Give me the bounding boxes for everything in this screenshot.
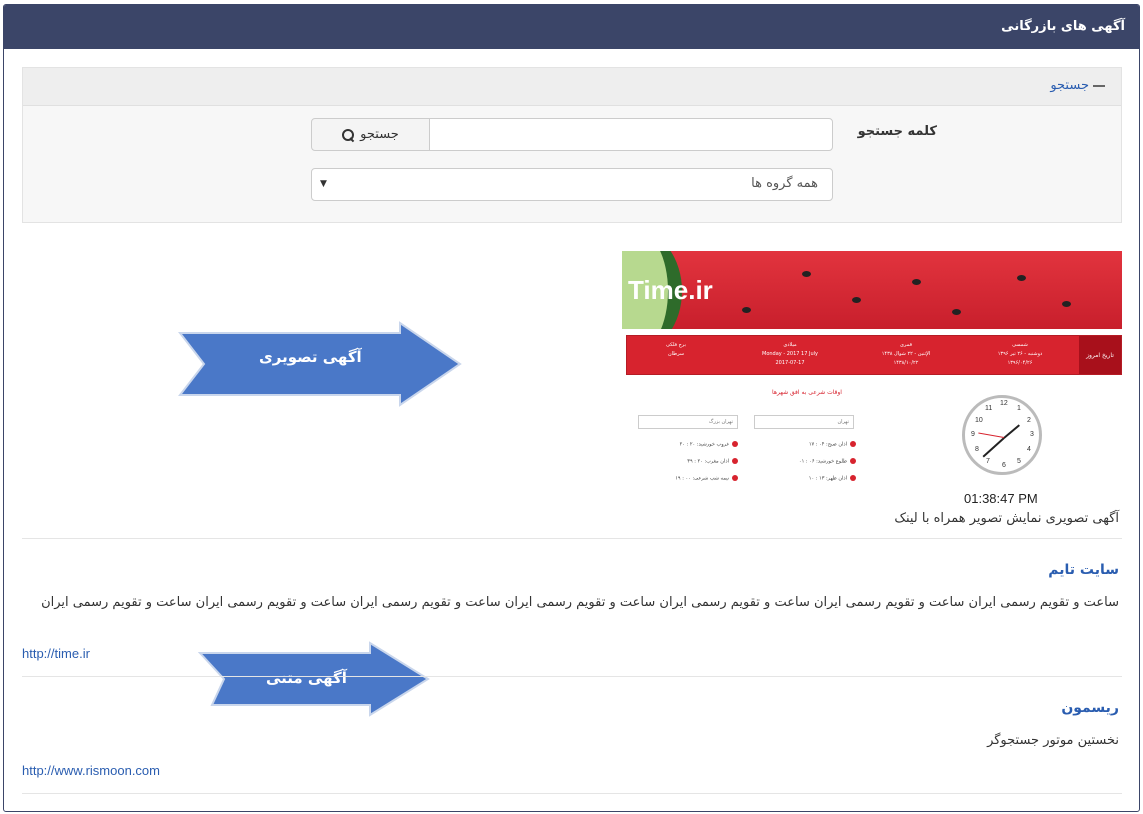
search-toggle[interactable]: جستجو <box>23 68 1121 106</box>
search-box: جستجو کلمه جستجو جستجو همه گروه ها ▼ <box>22 67 1122 223</box>
today-label: تاریخ امروز <box>1079 336 1121 374</box>
divider <box>22 538 1122 539</box>
banner-logo: Time.ir <box>628 275 713 305</box>
image-ad-arrow-label: آگهی تصویری <box>259 348 362 366</box>
prayer-row: اذان صبح: ۰۴ : ۱۷ <box>809 441 856 448</box>
seed <box>952 309 961 315</box>
hour-hand <box>1003 424 1020 439</box>
seed <box>852 297 861 303</box>
search-toggle-link[interactable]: جستجو <box>1050 78 1105 93</box>
miladi-col: میلادی Monday - 2017 17 July 2017-07-17 <box>745 341 835 368</box>
analog-clock-icon: 12 3 6 9 1 2 4 5 7 8 10 11 <box>962 395 1042 475</box>
qamari-num: ۱۴۳۸/۱۰/۲۲ <box>893 360 919 366</box>
divider <box>22 676 1122 677</box>
prayer-row: طلوع خورشید: ۰۶ : ۰۱ <box>799 458 856 465</box>
prayer-dot-icon <box>732 441 738 447</box>
prayer-dot-icon <box>850 475 856 481</box>
ad-banner-image[interactable]: Time.ir <box>622 251 1122 329</box>
group-select[interactable]: همه گروه ها ▼ <box>311 168 833 201</box>
minute-hand <box>982 437 1005 458</box>
seed <box>742 307 751 313</box>
prayer-row: اذان ظهر: ۱۳ : ۱۰ <box>809 475 856 482</box>
burj-col: برج فلکی سرطان <box>631 341 721 359</box>
image-ad[interactable]: Time.ir تاریخ امروز شمسی دوشنبه - ۲۶ تیر… <box>622 251 1122 506</box>
date-bar: تاریخ امروز شمسی دوشنبه - ۲۶ تیر ۱۳۹۶ ۱۳… <box>626 335 1122 375</box>
second-hand <box>978 432 1005 438</box>
text-ad-link[interactable]: http://time.ir <box>22 646 90 661</box>
prayer-dot-icon <box>850 441 856 447</box>
burj-title: برج فلکی <box>666 342 686 348</box>
group-select-value: همه گروه ها <box>751 176 818 191</box>
clock-time: 01:38:47 PM <box>964 491 1038 506</box>
seed <box>1017 275 1026 281</box>
shamsi-title: شمسی <box>1012 342 1028 348</box>
prayer-row: نیمه شب شرعی: ۰۰ : ۱۹ <box>675 475 738 482</box>
text-ad-body: ساعت و تقویم رسمی ایران ساعت و تقویم رسم… <box>41 595 1119 610</box>
search-toggle-label: جستجو <box>1050 78 1089 93</box>
panel-title: آگهی های بازرگانی <box>4 5 1139 49</box>
text-ad-body: نخستین موتور جستجوگر <box>987 733 1119 748</box>
miladi-num: 2017-07-17 <box>775 360 805 366</box>
keyword-input[interactable] <box>429 118 833 151</box>
prayer-dot-icon <box>732 475 738 481</box>
prayer-title: اوقات شرعی به افق شهرها <box>772 389 842 396</box>
shamsi-col: شمسی دوشنبه - ۲۶ تیر ۱۳۹۶ ۱۳۹۶/۰۴/۲۶ <box>975 341 1065 368</box>
keyword-label: کلمه جستجو <box>857 124 937 139</box>
seed <box>1062 301 1071 307</box>
miladi-date: Monday - 2017 17 July <box>762 351 818 357</box>
qamari-col: قمری الإثنين - ۲۲ شوال ۱۴۳۸ ۱۴۳۸/۱۰/۲۲ <box>861 341 951 368</box>
qamari-date: الإثنين - ۲۲ شوال ۱۴۳۸ <box>881 351 931 357</box>
ads-panel: آگهی های بازرگانی جستجو کلمه جستجو جستجو… <box>3 4 1140 812</box>
image-ad-caption: آگهی تصویری نمایش تصویر همراه با لینک <box>894 511 1119 526</box>
search-button[interactable]: جستجو <box>311 118 430 151</box>
burj-value: سرطان <box>667 351 685 357</box>
seed <box>912 279 921 285</box>
divider <box>22 793 1122 794</box>
miladi-title: میلادی <box>783 342 797 348</box>
search-icon <box>342 128 355 141</box>
text-ad-link[interactable]: http://www.rismoon.com <box>22 763 160 778</box>
region-select: تهران بزرگ <box>638 415 738 429</box>
caret-down-icon: ▼ <box>320 179 327 189</box>
collapse-icon <box>1093 84 1105 87</box>
qamari-title: قمری <box>900 342 912 348</box>
city-select: تهران <box>754 415 854 429</box>
text-ad-title[interactable]: ریسمون <box>1061 700 1119 716</box>
text-ad-arrow-label: آگهی متنی <box>266 669 347 687</box>
prayer-row: غروب خورشید: ۲۰ : ۲۰ <box>680 441 738 448</box>
seed <box>802 271 811 277</box>
prayer-dot-icon <box>850 458 856 464</box>
shamsi-num: ۱۳۹۶/۰۴/۲۶ <box>1007 360 1033 366</box>
prayer-dot-icon <box>732 458 738 464</box>
text-ad-title[interactable]: سایت تایم <box>1048 562 1119 578</box>
search-button-label: جستجو <box>360 127 399 142</box>
shamsi-date: دوشنبه - ۲۶ تیر ۱۳۹۶ <box>997 351 1043 357</box>
prayer-row: اذان مغرب: ۲۰ : ۳۹ <box>687 458 738 465</box>
